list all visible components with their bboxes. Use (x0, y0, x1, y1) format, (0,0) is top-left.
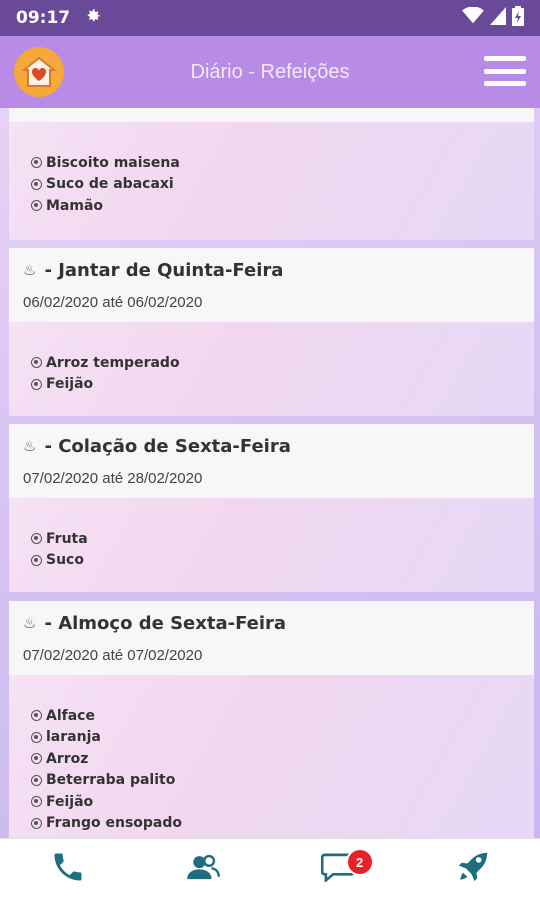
meal-card-dates: 07/02/2020 até 28/02/2020 (23, 470, 203, 487)
phone-icon[interactable] (50, 849, 86, 890)
app-bar: Diário - Refeições (0, 36, 540, 108)
meal-card[interactable]: ♨ Biscoito maisena Suco de abacaxi Mamão (9, 108, 534, 240)
meal-item: Feijão (31, 374, 512, 396)
battery-icon (512, 5, 524, 31)
meal-item: Mamão (31, 195, 512, 217)
meal-item: Biscoito maisena (31, 152, 512, 174)
bullet-icon (31, 710, 42, 722)
bullet-icon (31, 378, 42, 390)
meal-card[interactable]: ♨ - Jantar de Quinta-Feira 06/02/2020 até… (9, 248, 534, 416)
hamburger-menu-icon[interactable] (484, 56, 526, 86)
bullet-icon (31, 817, 42, 829)
bullet-icon (31, 731, 42, 743)
status-bar: 09:17 (0, 0, 540, 36)
meal-card[interactable]: ♨ - Colação de Sexta-Feira 07/02/2020 até… (9, 424, 534, 592)
meal-item: Feijão (31, 791, 512, 813)
chef-icon: ♨ (23, 261, 37, 279)
meal-card-title: ♨ - Almoço de Sexta-Feira (23, 612, 287, 634)
rocket-icon[interactable] (456, 850, 490, 889)
meal-item: Frango ensopado (31, 813, 512, 835)
page-title: Diário - Refeições (190, 60, 350, 83)
bullet-icon (31, 753, 42, 765)
bullet-icon (31, 357, 42, 369)
bullet-icon (31, 157, 42, 169)
nav-phone[interactable] (0, 839, 135, 900)
meal-item: laranja (31, 727, 512, 749)
meal-item: Arroz temperado (31, 352, 512, 374)
bullet-icon (31, 774, 42, 786)
chef-icon: ♨ (23, 614, 37, 632)
meal-item: Suco (31, 550, 512, 572)
meal-item: Fruta (31, 528, 512, 550)
bottom-navigation: 2 (0, 838, 540, 900)
contacts-icon[interactable] (186, 851, 220, 888)
meal-item: Beterraba palito (31, 770, 512, 792)
meal-card-title: ♨ - Jantar de Quinta-Feira (23, 259, 284, 281)
meal-card-dates (23, 108, 520, 122)
nav-notices[interactable] (405, 839, 540, 900)
message-count-badge: 2 (345, 848, 374, 876)
chef-icon: ♨ (23, 437, 37, 455)
wifi-icon (462, 5, 484, 30)
meal-card-title: ♨ - Colação de Sexta-Feira (23, 435, 291, 457)
bullet-icon (31, 533, 42, 545)
meal-item: Suco de abacaxi (31, 174, 512, 196)
bullet-icon (31, 178, 42, 190)
home-heart-logo-icon[interactable] (14, 47, 64, 97)
nav-contacts[interactable] (135, 839, 270, 900)
meal-card[interactable]: ♨ - Almoço de Sexta-Feira 07/02/2020 até … (9, 601, 534, 838)
bullet-icon (31, 796, 42, 808)
bullet-icon (31, 200, 42, 212)
nav-messages[interactable]: 2 (270, 839, 405, 900)
meal-card-dates: 06/02/2020 até 06/02/2020 (23, 294, 203, 311)
meal-list[interactable]: ♨ Biscoito maisena Suco de abacaxi Mamão… (0, 108, 540, 838)
signal-icon (490, 6, 506, 30)
settings-gear-icon (84, 7, 102, 30)
status-time: 09:17 (16, 8, 71, 28)
meal-item: Arroz (31, 748, 512, 770)
bullet-icon (31, 554, 42, 566)
meal-item: Alface (31, 705, 512, 727)
meal-card-dates: 07/02/2020 até 07/02/2020 (23, 647, 203, 664)
